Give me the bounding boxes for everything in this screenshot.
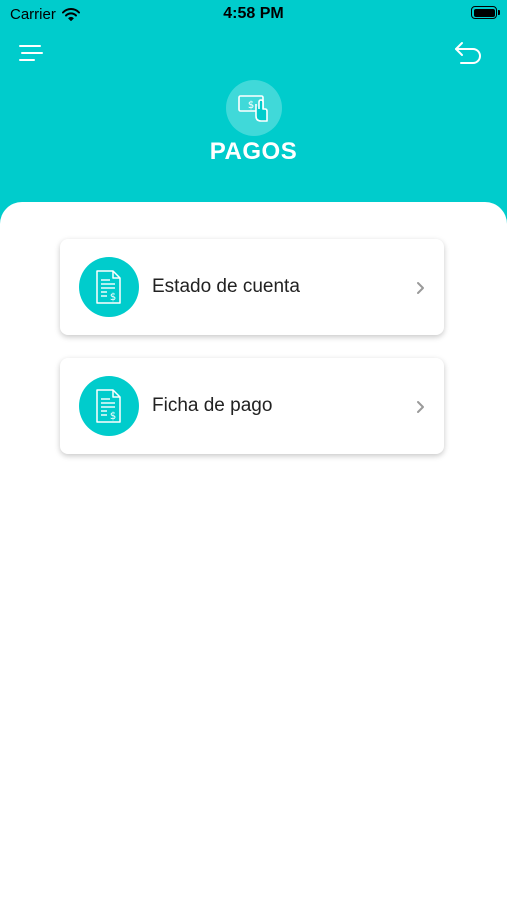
menu-item-estado-de-cuenta[interactable]: $ Estado de cuenta	[60, 239, 444, 335]
menu-icon	[19, 45, 43, 61]
back-arrow-icon	[455, 42, 481, 64]
menu-button[interactable]	[16, 40, 46, 66]
menu-item-label: Estado de cuenta	[152, 276, 300, 297]
status-time: 4:58 PM	[223, 5, 284, 22]
chevron-right-icon	[417, 282, 424, 294]
chevron-right-icon	[417, 401, 424, 413]
menu-item-label: Ficha de pago	[152, 395, 273, 416]
card-icon: $	[79, 257, 139, 317]
page-title: PAGOS	[209, 138, 298, 165]
card-icon: $	[79, 376, 139, 436]
status-bar: Carrier 4:58 PM	[0, 0, 507, 30]
invoice-dollar-icon: $	[96, 389, 121, 423]
svg-text:$: $	[248, 100, 254, 111]
payment-cash-icon: $	[238, 95, 268, 122]
menu-item-ficha-de-pago[interactable]: $ Ficha de pago	[60, 358, 444, 454]
section-icon: $	[226, 80, 282, 136]
svg-text:$: $	[110, 411, 116, 422]
battery-icon	[471, 6, 500, 19]
invoice-dollar-icon: $	[96, 270, 121, 304]
back-button[interactable]	[453, 38, 485, 68]
svg-text:$: $	[110, 292, 116, 303]
